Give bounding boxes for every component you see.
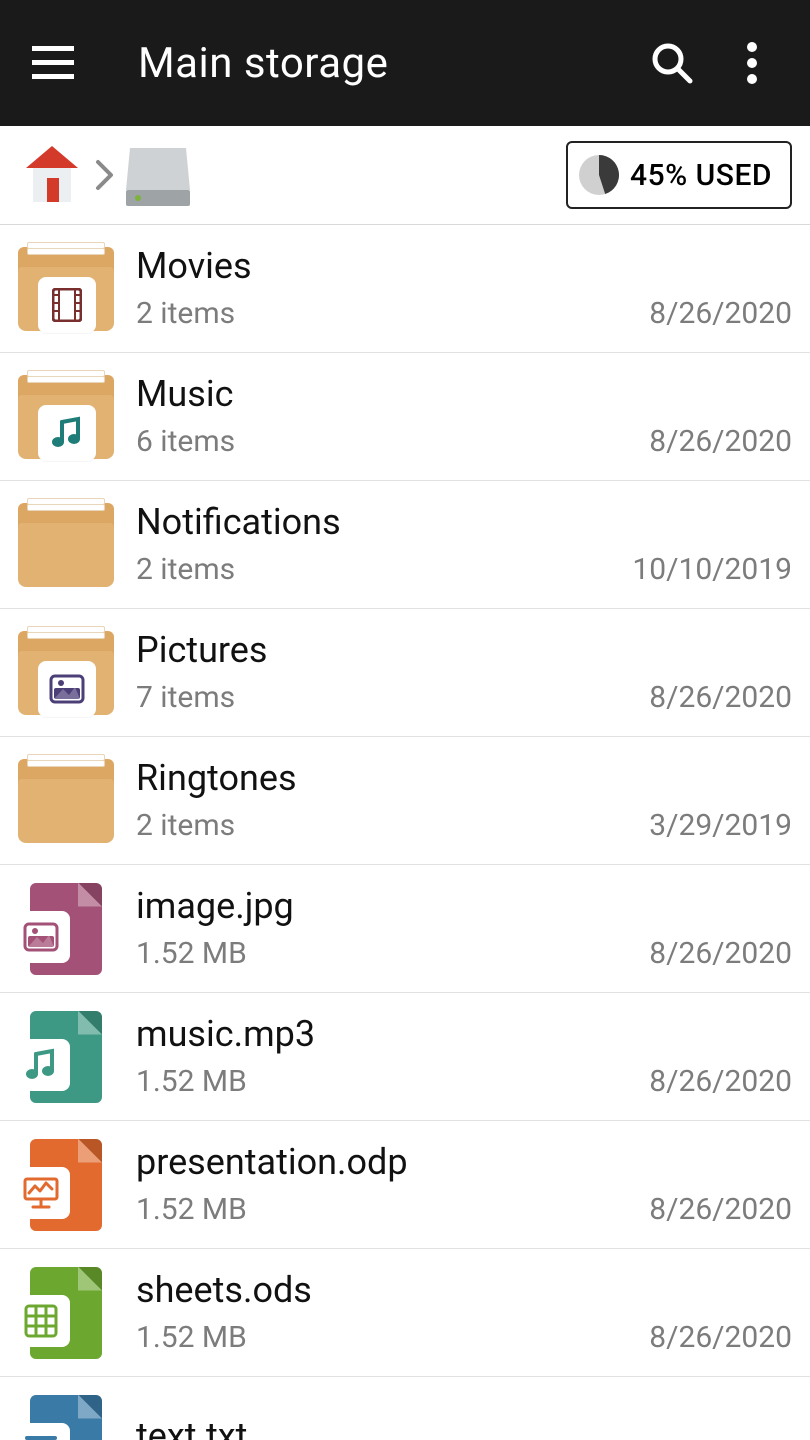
list-item[interactable]: presentation.odp 1.52 MB 8/26/2020 [0,1121,810,1249]
hamburger-icon [32,46,74,80]
list-item-date: 8/26/2020 [649,1192,792,1227]
list-item-date: 8/26/2020 [649,936,792,971]
list-item-icon [18,497,114,593]
list-item-date: 10/10/2019 [632,552,792,587]
chevron-right-icon [90,159,120,191]
music-icon [38,405,96,461]
music-icon [12,1039,70,1091]
list-item-icon [18,1265,114,1361]
breadcrumb-home[interactable] [18,141,86,209]
folder-icon [18,759,114,843]
list-item-icon [18,241,114,337]
text-icon [12,1423,70,1440]
list-item-subtitle: 2 items [136,552,235,587]
list-item-name: Movies [136,246,792,287]
list-item-icon [18,1137,114,1233]
list-item[interactable]: Pictures 7 items 8/26/2020 [0,609,810,737]
file-list[interactable]: Movies 2 items 8/26/2020 Music 6 items 8/26/… [0,225,810,1440]
folder-icon [18,503,114,587]
breadcrumb-storage[interactable] [124,141,192,209]
list-item[interactable]: Ringtones 2 items 3/29/2019 [0,737,810,865]
drive-icon [124,140,192,210]
picture-icon [12,911,70,963]
grid-icon [12,1295,70,1347]
list-item-name: Music [136,374,792,415]
list-item-date: 8/26/2020 [649,680,792,715]
folder-icon [18,375,114,459]
page-title: Main storage [138,39,622,88]
file-icon [30,1139,102,1231]
list-item-name: music.mp3 [136,1014,792,1055]
file-icon [30,1011,102,1103]
list-item-icon [18,369,114,465]
film-icon [38,277,96,333]
list-item-name: text.txt [136,1416,792,1440]
storage-usage-label: 45% USED [630,158,772,193]
list-item[interactable]: Notifications 2 items 10/10/2019 [0,481,810,609]
list-item-name: Pictures [136,630,792,671]
list-item-name: Notifications [136,502,792,543]
search-button[interactable] [642,33,702,93]
file-icon [30,1395,102,1440]
list-item-subtitle: 7 items [136,680,235,715]
list-item-icon [18,1393,114,1440]
list-item-date: 8/26/2020 [649,1320,792,1355]
picture-icon [38,661,96,717]
list-item-name: image.jpg [136,886,792,927]
list-item-name: sheets.ods [136,1270,792,1311]
list-item-subtitle: 2 items [136,808,235,843]
home-icon [19,142,85,208]
list-item-subtitle: 1.52 MB [136,1064,247,1099]
list-item-date: 8/26/2020 [649,424,792,459]
list-item-name: Ringtones [136,758,792,799]
list-item-icon [18,753,114,849]
list-item-subtitle: 1.52 MB [136,936,247,971]
list-item[interactable]: Music 6 items 8/26/2020 [0,353,810,481]
list-item-date: 8/26/2020 [649,1064,792,1099]
list-item[interactable]: music.mp3 1.52 MB 8/26/2020 [0,993,810,1121]
folder-icon [18,247,114,331]
app-bar: Main storage [0,0,810,126]
search-icon [650,41,694,85]
menu-button[interactable] [28,38,78,88]
pie-chart-icon [578,154,620,196]
storage-usage-button[interactable]: 45% USED [566,141,792,209]
file-icon [30,1267,102,1359]
list-item[interactable]: sheets.ods 1.52 MB 8/26/2020 [0,1249,810,1377]
list-item-date: 8/26/2020 [649,296,792,331]
list-item-icon [18,881,114,977]
list-item-icon [18,1009,114,1105]
list-item-date: 3/29/2019 [649,808,792,843]
more-vertical-icon [746,41,758,85]
list-item-subtitle: 2 items [136,296,235,331]
list-item-name: presentation.odp [136,1142,792,1183]
list-item[interactable]: Movies 2 items 8/26/2020 [0,225,810,353]
file-icon [30,883,102,975]
list-item-subtitle: 1.52 MB [136,1192,247,1227]
list-item[interactable]: image.jpg 1.52 MB 8/26/2020 [0,865,810,993]
list-item-subtitle: 1.52 MB [136,1320,247,1355]
list-item-icon [18,625,114,721]
more-options-button[interactable] [722,33,782,93]
present-icon [12,1167,70,1219]
list-item[interactable]: text.txt [0,1377,810,1440]
breadcrumb-bar: 45% USED [0,126,810,225]
folder-icon [18,631,114,715]
list-item-subtitle: 6 items [136,424,235,459]
